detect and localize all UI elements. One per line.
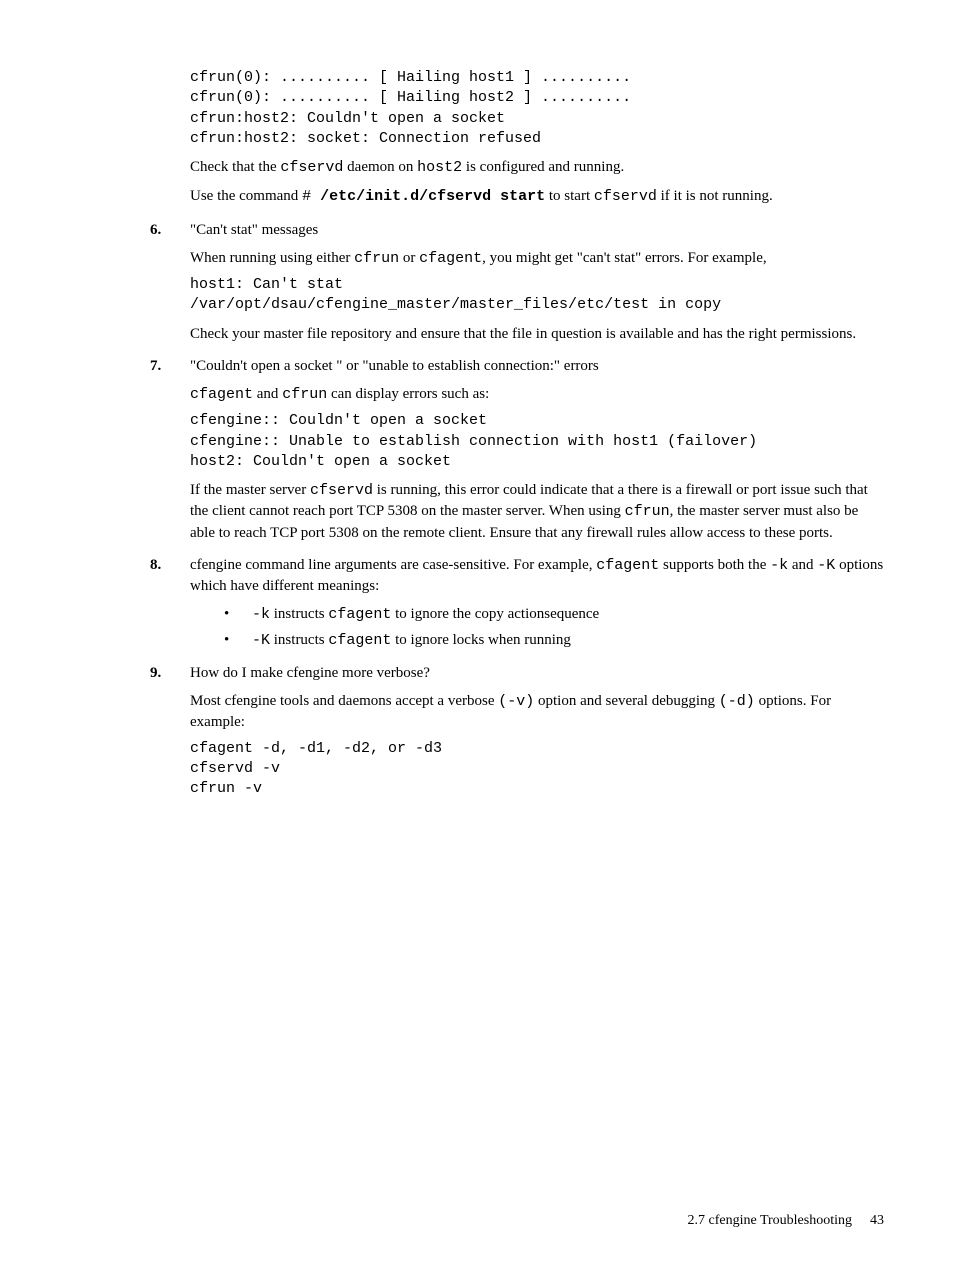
text: and [253,386,282,402]
paragraph: Check your master file repository and en… [190,324,884,344]
item-title: "Can't stat" messages [190,220,884,240]
item-number: 8. [150,555,161,575]
text: is configured and running. [462,159,624,175]
item-title: "Couldn't open a socket " or "unable to … [190,356,884,376]
footer-section-label: 2.7 cfengine Troubleshooting [688,1213,853,1228]
list-item-7: 7. "Couldn't open a socket " or "unable … [190,356,884,543]
text: Use the command [190,188,302,204]
bullet-item: -K instructs cfagent to ignore locks whe… [224,630,884,651]
code-block-3: cfengine:: Couldn't open a socket cfengi… [190,411,884,472]
inline-code: cfservd [310,482,373,499]
item-number: 7. [150,356,161,376]
text: if it is not running. [657,188,773,204]
text: cfengine command line arguments are case… [190,557,596,573]
inline-code: cfrun [625,503,670,520]
inline-code: cfagent [596,557,659,574]
paragraph: If the master server cfservd is running,… [190,480,884,543]
text: to ignore the copy actionsequence [391,606,599,622]
paragraph: cfagent and cfrun can display errors suc… [190,384,884,405]
text: to start [545,188,594,204]
paragraph: Most cfengine tools and daemons accept a… [190,691,884,733]
text: option and several debugging [534,693,719,709]
bullet-list: -k instructs cfagent to ignore the copy … [224,604,884,651]
code-block-1: cfrun(0): .......... [ Hailing host1 ] .… [190,68,884,149]
inline-code: cfrun [354,250,399,267]
inline-code: (-d) [719,693,755,710]
inline-code: cfservd [280,159,343,176]
list-item-6: 6. "Can't stat" messages When running us… [190,220,884,344]
text: daemon on [343,159,417,175]
inline-code: cfagent [190,386,253,403]
paragraph: Use the command # /etc/init.d/cfservd st… [190,186,884,207]
item-title: How do I make cfengine more verbose? [190,663,884,683]
text: or [399,250,419,266]
text: When running using either [190,250,354,266]
inline-code: -K [817,557,835,574]
inline-code: cfagent [419,250,482,267]
inline-code: -K [252,632,270,649]
text: If the master server [190,482,310,498]
continued-item: cfrun(0): .......... [ Hailing host1 ] .… [190,68,884,208]
item-number: 6. [150,220,161,240]
inline-code: # [302,188,320,205]
text: can display errors such as: [327,386,489,402]
footer-page-number: 43 [870,1213,884,1228]
text: Check that the [190,159,280,175]
text: supports both the [659,557,770,573]
paragraph: When running using either cfrun or cfage… [190,248,884,269]
inline-code: -k [252,606,270,623]
inline-code-bold: /etc/init.d/cfservd start [320,188,545,205]
page-footer: 2.7 cfengine Troubleshooting 43 [688,1212,885,1231]
text: , you might get "can't stat" errors. For… [482,250,766,266]
code-block-4: cfagent -d, -d1, -d2, or -d3 cfservd -v … [190,739,884,800]
inline-code: (-v) [498,693,534,710]
code-block-2: host1: Can't stat /var/opt/dsau/cfengine… [190,275,884,316]
inline-code: cfagent [328,632,391,649]
inline-code: -k [770,557,788,574]
item-number: 9. [150,663,161,683]
text: Most cfengine tools and daemons accept a… [190,693,498,709]
inline-code: cfagent [328,606,391,623]
list-item-8: 8. cfengine command line arguments are c… [190,555,884,651]
list-item-9: 9. How do I make cfengine more verbose? … [190,663,884,800]
inline-code: cfservd [594,188,657,205]
inline-code: cfrun [282,386,327,403]
paragraph: cfengine command line arguments are case… [190,555,884,597]
bullet-item: -k instructs cfagent to ignore the copy … [224,604,884,625]
text: to ignore locks when running [391,632,571,648]
page-content: cfrun(0): .......... [ Hailing host1 ] .… [150,68,884,799]
inline-code: host2 [417,159,462,176]
paragraph: Check that the cfservd daemon on host2 i… [190,157,884,178]
text: and [788,557,817,573]
text: instructs [270,632,328,648]
text: instructs [270,606,328,622]
